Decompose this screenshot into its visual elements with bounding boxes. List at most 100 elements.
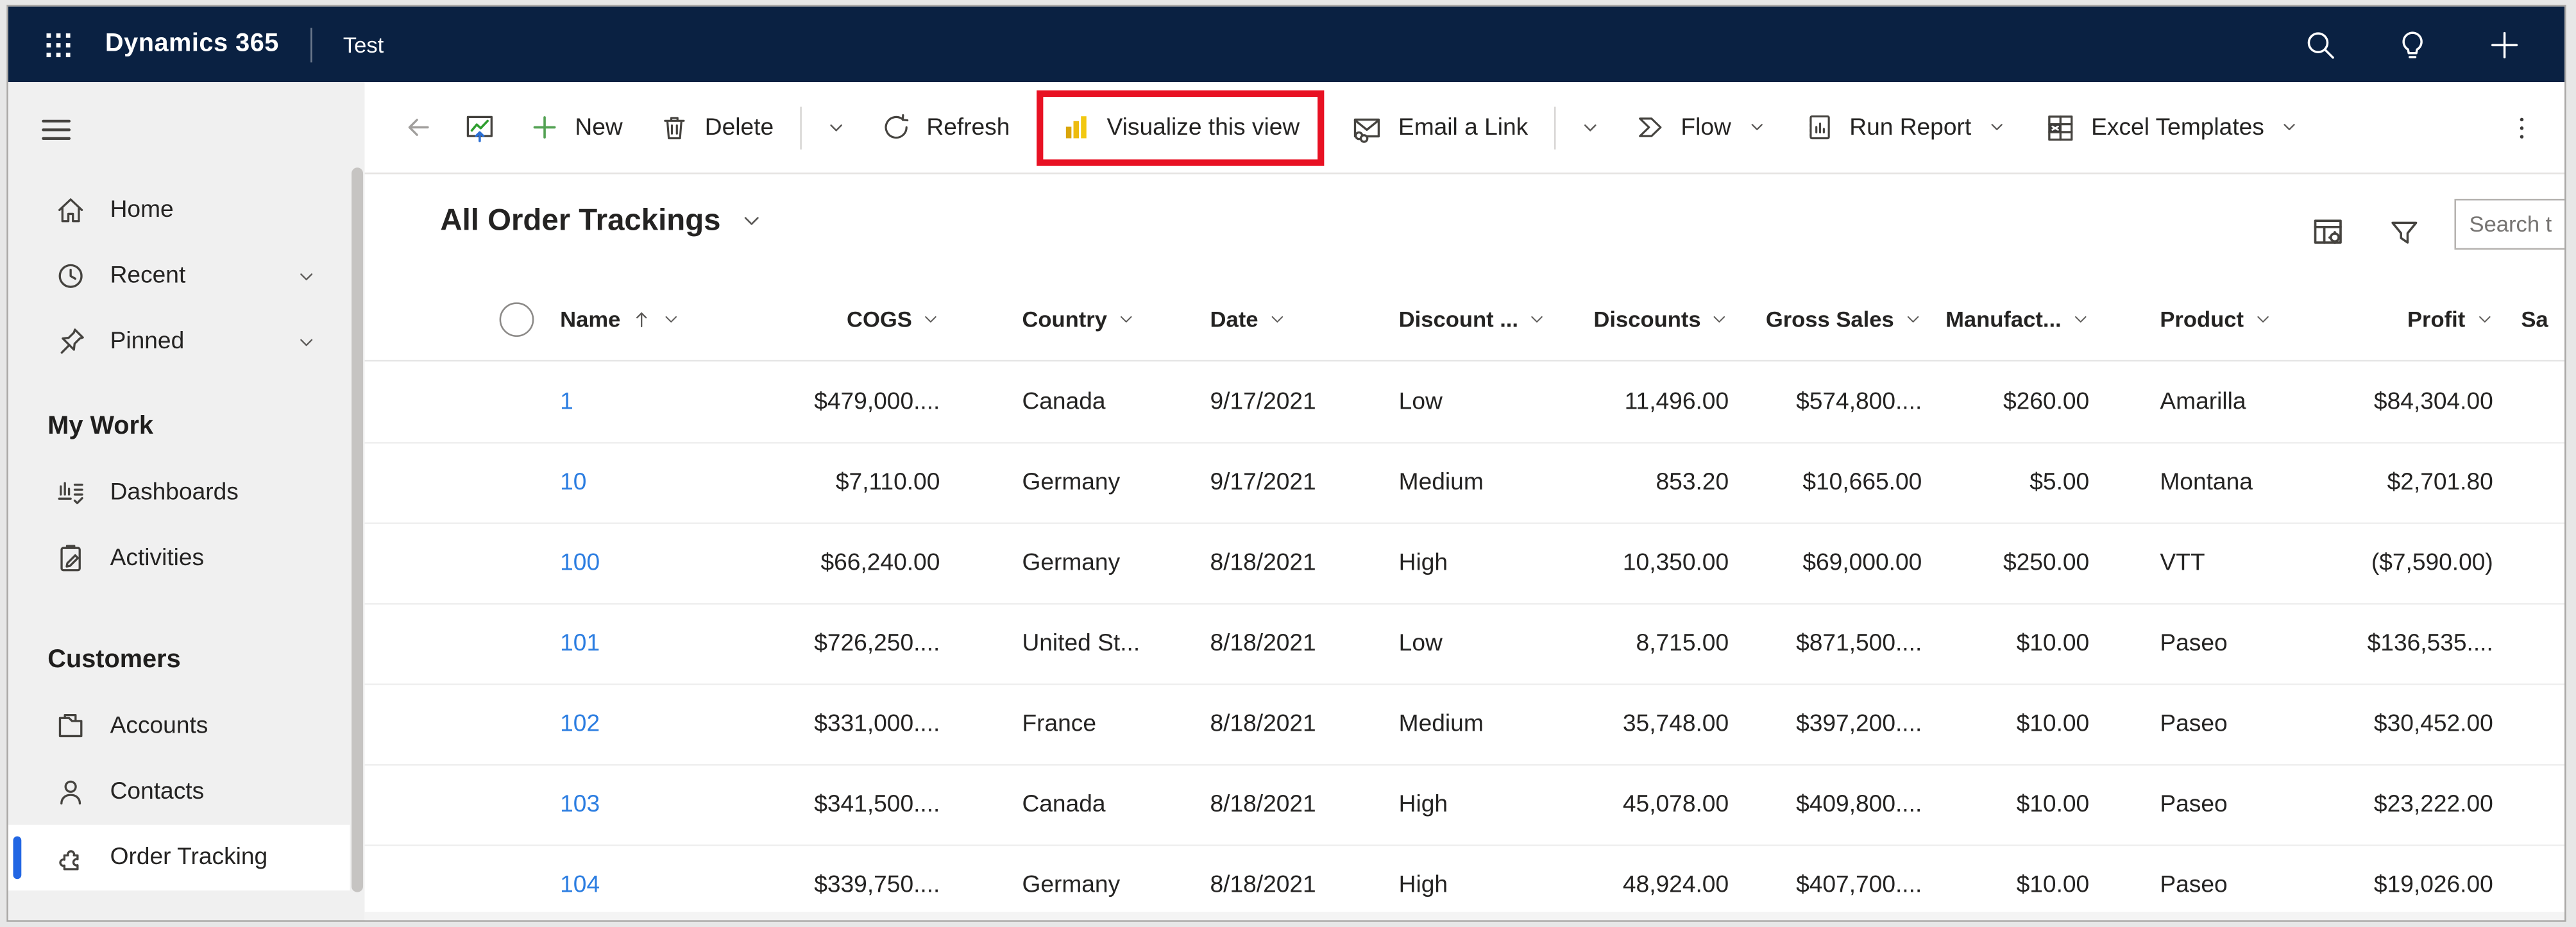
view-selector[interactable]: All Order Trackings — [440, 202, 763, 238]
column-header-date[interactable]: Date — [1148, 307, 1380, 331]
brand-title[interactable]: Dynamics 365 — [105, 30, 279, 59]
column-header-product[interactable]: Product — [2089, 307, 2300, 331]
sidebar-scrollbar-track[interactable] — [350, 82, 365, 920]
screenshot-root: Dynamics 365 Test — [0, 0, 2576, 927]
record-link[interactable]: 104 — [560, 872, 600, 899]
run-report-button-label: Run Report — [1849, 114, 1971, 140]
dashboards-icon — [55, 477, 87, 509]
record-link[interactable]: 102 — [560, 711, 600, 738]
column-header-discounts[interactable]: Discounts — [1574, 307, 1729, 331]
email-link-button-label: Email a Link — [1398, 114, 1528, 140]
column-header-name[interactable]: Name — [560, 307, 769, 331]
column-header-discount-band[interactable]: Discount ... — [1381, 307, 1575, 331]
grid-header-row: Name COGS Country Date Discount ... — [365, 278, 2564, 362]
sidebar-item-order-tracking[interactable]: Order Tracking — [8, 825, 350, 890]
cell-product: VTT — [2089, 550, 2300, 577]
record-link[interactable]: 100 — [560, 550, 600, 577]
table-row[interactable]: 1 $479,000.... Canada 9/17/2021 Low 11,4… — [365, 361, 2564, 441]
email-a-link-button[interactable]: Email a Link — [1332, 93, 1546, 162]
visualize-this-view-button[interactable]: Visualize this view — [1043, 98, 1318, 157]
cell-manufacturing: $10.00 — [1922, 631, 2089, 658]
flow-button[interactable]: Flow — [1617, 93, 1786, 162]
table-row[interactable]: 103 $341,500.... Canada 8/18/2021 High 4… — [365, 764, 2564, 844]
email-link-icon — [1351, 111, 1384, 144]
delete-button[interactable]: Delete — [641, 93, 792, 162]
cell-discounts: 8,715.00 — [1574, 631, 1729, 658]
cell-discount-band: Medium — [1381, 470, 1575, 497]
new-record-button[interactable] — [2486, 26, 2521, 62]
more-commands-button[interactable] — [2492, 93, 2551, 162]
sidebar-item-home[interactable]: Home — [8, 178, 350, 243]
hamburger-icon — [38, 112, 74, 148]
column-header-manufacturing[interactable]: Manufact... — [1922, 307, 2089, 331]
table-row[interactable]: 101 $726,250.... United St... 8/18/2021 … — [365, 603, 2564, 683]
record-link[interactable]: 10 — [560, 470, 586, 497]
record-link[interactable]: 101 — [560, 631, 600, 658]
view-search-input[interactable] — [2454, 199, 2564, 250]
table-row[interactable]: 102 $331,000.... France 8/18/2021 Medium… — [365, 683, 2564, 763]
table-row[interactable]: 10 $7,110.00 Germany 9/17/2021 Medium 85… — [365, 442, 2564, 522]
sidebar-item-label: Order Tracking — [110, 844, 268, 871]
email-overflow-button[interactable] — [1564, 93, 1617, 162]
cell-date: 8/18/2021 — [1148, 711, 1380, 738]
chevron-down-icon — [1986, 117, 2007, 138]
chevron-down-icon — [661, 310, 679, 328]
cell-name: 101 — [560, 631, 769, 658]
cell-cogs: $341,500.... — [769, 792, 940, 819]
topbar-actions — [2301, 26, 2564, 62]
cell-product: Montana — [2089, 470, 2300, 497]
horizontal-scrollbar-track[interactable] — [365, 912, 2564, 920]
chevron-down-icon[interactable] — [296, 266, 317, 287]
chevron-down-icon — [739, 208, 763, 232]
chevron-down-icon — [1711, 310, 1729, 328]
new-button[interactable]: New — [511, 93, 641, 162]
table-row[interactable]: 100 $66,240.00 Germany 8/18/2021 High 10… — [365, 522, 2564, 602]
plus-icon — [2486, 27, 2521, 62]
cell-product: Amarilla — [2089, 389, 2300, 415]
main-content: New Delete Refresh — [365, 82, 2564, 920]
sidebar-item-recent[interactable]: Recent — [8, 243, 350, 309]
sidebar-item-contacts[interactable]: Contacts — [8, 759, 350, 824]
cell-date: 8/18/2021 — [1148, 631, 1380, 658]
sitemap-nav: Home Recent Pinned — [8, 178, 350, 891]
search-button[interactable] — [2301, 26, 2337, 62]
cell-profit: $2,701.80 — [2300, 470, 2493, 497]
cell-country: Germany — [940, 550, 1148, 577]
table-row[interactable]: 104 $339,750.... Germany 8/18/2021 High … — [365, 844, 2564, 920]
topbar-divider — [310, 27, 312, 62]
column-header-country[interactable]: Country — [940, 307, 1148, 331]
cell-discount-band: Low — [1381, 389, 1575, 415]
back-button[interactable] — [387, 93, 448, 162]
excel-templates-button[interactable]: Excel Templates — [2026, 93, 2319, 162]
select-all-checkbox[interactable] — [499, 302, 534, 336]
help-button[interactable] — [2394, 26, 2430, 62]
sidebar-item-label: Home — [110, 197, 174, 223]
show-chart-button[interactable] — [448, 93, 511, 162]
filter-button[interactable] — [2382, 210, 2425, 253]
sidebar-scrollbar-thumb[interactable] — [352, 167, 363, 892]
sidebar-item-accounts[interactable]: Accounts — [8, 693, 350, 759]
sidebar-item-pinned[interactable]: Pinned — [8, 309, 350, 375]
clock-icon — [55, 260, 87, 293]
cell-product: Paseo — [2089, 631, 2300, 658]
delete-overflow-button[interactable] — [810, 93, 863, 162]
app-launcher-button[interactable] — [30, 17, 85, 72]
puzzle-icon — [55, 841, 87, 874]
record-link[interactable]: 103 — [560, 792, 600, 819]
chevron-down-icon[interactable] — [296, 332, 317, 353]
column-header-cogs[interactable]: COGS — [769, 307, 940, 331]
cell-cogs: $331,000.... — [769, 711, 940, 738]
collapse-sitemap-button[interactable] — [35, 108, 78, 151]
cell-country: France — [940, 711, 1148, 738]
sidebar-item-activities[interactable]: Activities — [8, 526, 350, 591]
column-header-profit[interactable]: Profit — [2300, 307, 2493, 331]
run-report-button[interactable]: Run Report — [1785, 93, 2025, 162]
column-header-gross-sales[interactable]: Gross Sales — [1729, 307, 1922, 331]
filter-icon — [2386, 214, 2421, 249]
column-header-sales[interactable]: Sa — [2493, 307, 2564, 331]
sidebar-item-dashboards[interactable]: Dashboards — [8, 460, 350, 525]
refresh-button[interactable]: Refresh — [862, 93, 1028, 162]
record-link[interactable]: 1 — [560, 389, 573, 415]
app-name[interactable]: Test — [343, 32, 384, 56]
edit-columns-button[interactable] — [2307, 210, 2350, 253]
